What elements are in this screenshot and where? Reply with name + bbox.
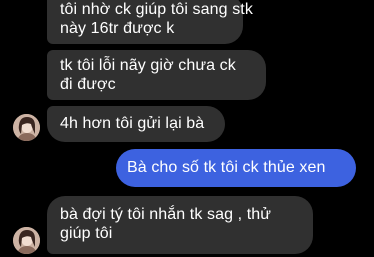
- message-text-line: tk tôi lỗi nãy giờ chưa ck: [60, 57, 236, 74]
- message-text-line: 4h hơn tôi gửi lại bà: [60, 115, 205, 132]
- message-text-line: Bà cho số tk tôi ck thủe xen: [127, 159, 326, 176]
- avatar-photo-icon: [13, 227, 40, 254]
- contact-avatar[interactable]: [13, 227, 40, 254]
- message-text-line: giúp tôi: [60, 225, 113, 242]
- incoming-message[interactable]: tk tôi lỗi nãy giờ chưa ck đi được: [47, 50, 266, 100]
- incoming-message[interactable]: 4h hơn tôi gửi lại bà: [47, 106, 225, 142]
- message-text-line: này 16tr được k: [60, 20, 175, 37]
- message-text-line: bà đợi tý tôi nhắn tk sag , thử: [60, 206, 272, 223]
- outgoing-message[interactable]: Bà cho số tk tôi ck thủe xen: [116, 149, 356, 187]
- message-text-line: đi được: [60, 76, 116, 93]
- avatar-photo-icon: [13, 114, 40, 141]
- incoming-message[interactable]: bà đợi tý tôi nhắn tk sag , thử giúp tôi: [47, 196, 313, 254]
- message-text-line: tôi nhờ ck giúp tôi sang stk: [60, 1, 253, 18]
- contact-avatar[interactable]: [13, 114, 40, 141]
- incoming-message[interactable]: tôi nhờ ck giúp tôi sang stk này 16tr đư…: [47, 0, 253, 44]
